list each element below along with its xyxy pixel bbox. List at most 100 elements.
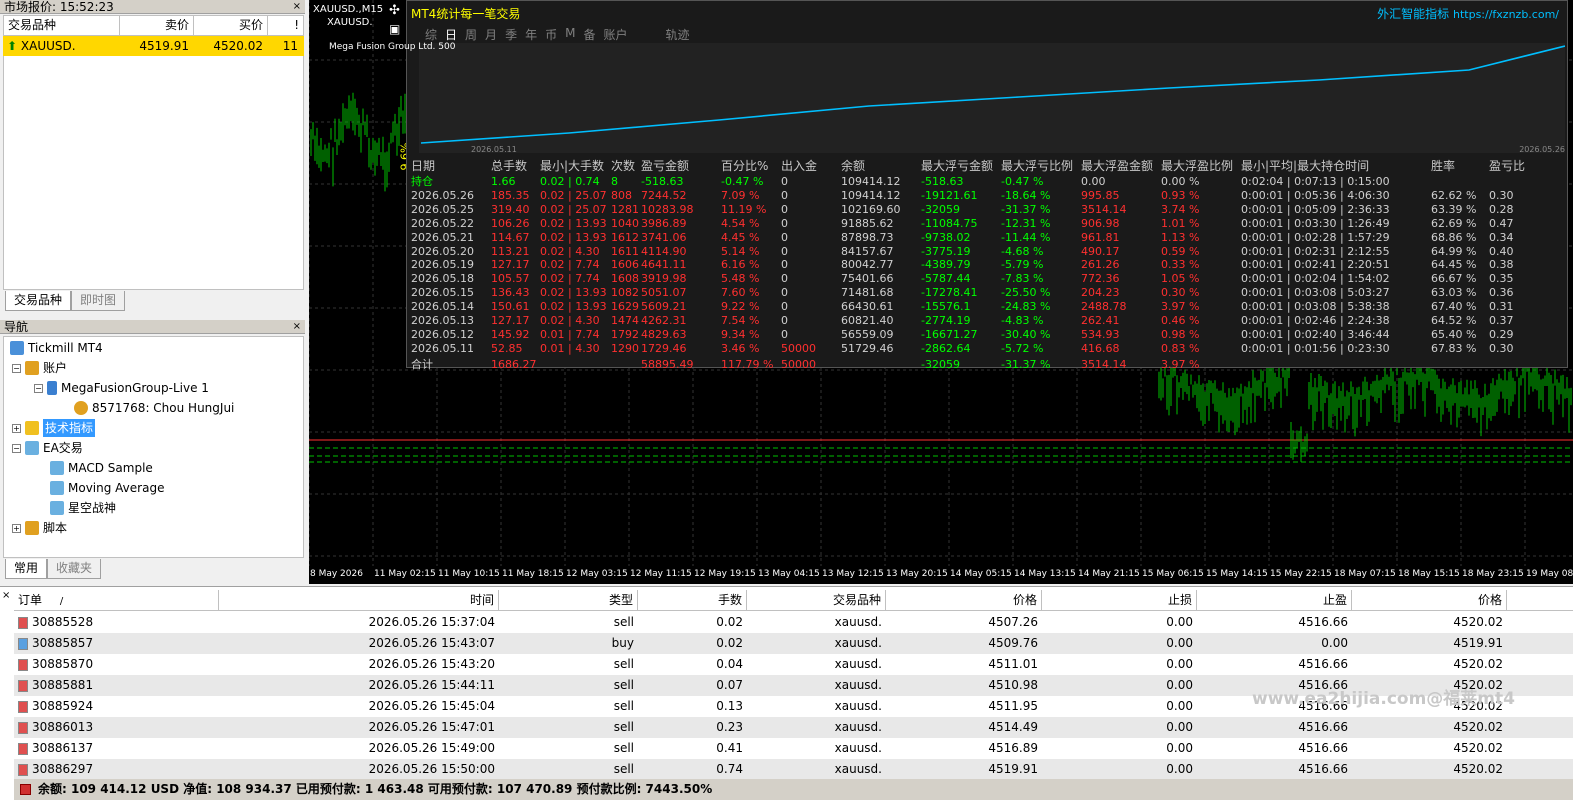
menu-account[interactable]: 账户 [603, 26, 627, 43]
stats-cell: 0.30 [1489, 188, 1514, 202]
stats-cell: 4.54 % [721, 216, 760, 230]
tree-indicators[interactable]: + 技术指标 [12, 419, 96, 437]
stats-cell: 1606 [611, 258, 639, 272]
order-cell: 4511.95 [988, 699, 1038, 713]
menu-week[interactable]: 周 [465, 26, 477, 43]
stats-cell: 0.37 [1489, 314, 1514, 327]
tree-account[interactable]: 8571768: Chou HungJui [74, 399, 234, 417]
col-lots[interactable]: 手数 [638, 590, 747, 610]
col-symbol[interactable]: 交易品种 [4, 16, 120, 35]
tree-ea-ma[interactable]: Moving Average [50, 479, 164, 497]
order-cell: buy [611, 636, 634, 650]
stats-cell: 262.41 [1081, 314, 1120, 327]
tree-ea-macd[interactable]: MACD Sample [50, 459, 153, 477]
stats-cell: 3514.14 [1081, 202, 1127, 216]
col-symbol[interactable]: 交易品种 [747, 590, 886, 610]
tab-favorites[interactable]: 收藏夹 [47, 559, 102, 579]
window-icon[interactable]: ▣ [389, 22, 400, 36]
tab-symbols[interactable]: 交易品种 [5, 291, 72, 311]
bid-cell: 4519.91 [139, 39, 189, 53]
tree-server[interactable]: − MegaFusionGroup-Live 1 [34, 379, 209, 397]
tree-root[interactable]: Tickmill MT4 [10, 339, 103, 357]
order-cell: 0.00 [1166, 762, 1193, 776]
stats-cell: -25.50 % [1001, 286, 1051, 300]
col-order[interactable]: 订单 / [14, 590, 219, 610]
menu-year[interactable]: 年 [525, 26, 537, 43]
tree-accounts[interactable]: − 账户 [12, 359, 67, 377]
col-spread[interactable]: ! [268, 16, 303, 35]
col-tp[interactable]: 止盈 [1197, 590, 1352, 610]
watermark: www.ea2hijia.com@福莱mt4 [1252, 689, 1515, 709]
stats-cell: 490.17 [1081, 244, 1120, 258]
crosshair-icon[interactable]: ✣ [389, 3, 400, 18]
menu-day[interactable]: 日 [445, 26, 457, 43]
menu-quarter[interactable]: 季 [505, 26, 517, 43]
close-icon[interactable]: × [293, 320, 301, 334]
stats-cell: 261.26 [1081, 258, 1120, 272]
sell-order-icon [18, 763, 28, 776]
menu-month[interactable]: 月 [485, 26, 497, 43]
tree-scripts[interactable]: + 脚本 [12, 519, 67, 537]
status-bar: 余额: 109 414.12 USD 净值: 108 934.37 已用预付款:… [14, 779, 1573, 800]
order-cell: 0.00 [1321, 636, 1348, 650]
market-watch-title: 市场报价: 15:52:23 × [0, 0, 305, 14]
stats-cell: 1.05 % [1161, 272, 1200, 286]
tree-experts[interactable]: − EA交易 [12, 439, 83, 457]
menu-m[interactable]: M [565, 26, 575, 43]
stats-cell: 0.02 | 7.74 [540, 258, 600, 272]
x-tick-label: 11 May 18:15 [502, 569, 564, 579]
terminal-close-icon[interactable]: × [2, 590, 10, 601]
order-row[interactable]: 30886013 2026.05.26 15:47:01 sell 0.23 xauus… [14, 717, 1573, 738]
expand-icon[interactable]: + [12, 523, 21, 533]
col-type[interactable]: 类型 [499, 590, 638, 610]
menu-backup[interactable]: 备 [583, 26, 595, 43]
menu-currency[interactable]: 币 [545, 26, 557, 43]
stats-cell: 906.98 [1081, 216, 1120, 230]
order-row[interactable]: 30886297 2026.05.26 15:50:00 sell 0.74 xauus… [14, 759, 1573, 780]
order-row[interactable]: 30885870 2026.05.26 15:43:20 sell 0.04 xauus… [14, 654, 1573, 675]
collapse-icon[interactable]: − [12, 363, 21, 373]
order-cell: 2026.05.26 15:49:00 [368, 741, 495, 755]
stats-cell: 2026.05.18 [411, 272, 474, 286]
expand-icon[interactable]: + [12, 423, 21, 433]
order-row[interactable]: 30885528 2026.05.26 15:37:04 sell 0.02 xauus… [14, 612, 1573, 633]
stats-cell: 0.02 | 25.07 [540, 188, 607, 202]
stats-cell: 0 [781, 327, 788, 341]
stats-cell: 0 [781, 175, 788, 188]
order-cell: xauusd. [834, 636, 882, 650]
stats-cell: 3741.06 [641, 230, 687, 244]
tree-account-label: 8571768: Chou HungJui [92, 401, 235, 415]
order-cell: 0.74 [716, 762, 743, 776]
stats-cell: 51729.46 [841, 341, 894, 355]
order-cell: 4516.66 [1298, 762, 1348, 776]
stats-cell: 150.61 [491, 300, 530, 314]
stats-cell: 1729.46 [641, 341, 687, 355]
col-time[interactable]: 时间 [219, 590, 499, 610]
stats-cell: 52.85 [491, 341, 523, 355]
menu-overall[interactable]: 综 [425, 26, 437, 43]
order-row[interactable]: 30885857 2026.05.26 15:43:07 buy 0.02 xauusd… [14, 633, 1573, 654]
col-price[interactable]: 价格 [886, 590, 1042, 610]
stats-cell: 10283.98 [641, 202, 694, 216]
stats-cell: 0.98 % [1161, 327, 1200, 341]
tree-ea-star[interactable]: 星空战神 [50, 499, 116, 517]
stats-cell: 1608 [611, 272, 639, 286]
tab-common[interactable]: 常用 [5, 559, 48, 579]
collapse-icon[interactable]: − [34, 383, 43, 393]
col-ask[interactable]: 买价 [194, 16, 268, 35]
order-cell: sell [613, 615, 634, 629]
brand-name: 外汇智能指标 [1377, 7, 1450, 21]
order-row[interactable]: 30886137 2026.05.26 15:49:00 sell 0.41 xauus… [14, 738, 1573, 759]
col-cur-price[interactable]: 价格 [1352, 590, 1507, 610]
order-cell: xauusd. [834, 699, 882, 713]
symbol-row[interactable]: ⬆ XAUUSD. 4519.91 4520.02 11 [3, 36, 304, 56]
collapse-icon[interactable]: − [12, 443, 21, 453]
stats-cell: -9738.02 [921, 230, 971, 244]
stats-cell: 8 [611, 175, 618, 188]
close-icon[interactable]: × [293, 0, 301, 14]
col-sl[interactable]: 止损 [1042, 590, 1197, 610]
col-bid[interactable]: 卖价 [120, 16, 194, 35]
menu-track[interactable]: 轨迹 [666, 26, 690, 43]
tab-tick-chart[interactable]: 即时图 [71, 291, 126, 311]
brand-url[interactable]: https://fxznzb.com/ [1453, 8, 1559, 21]
